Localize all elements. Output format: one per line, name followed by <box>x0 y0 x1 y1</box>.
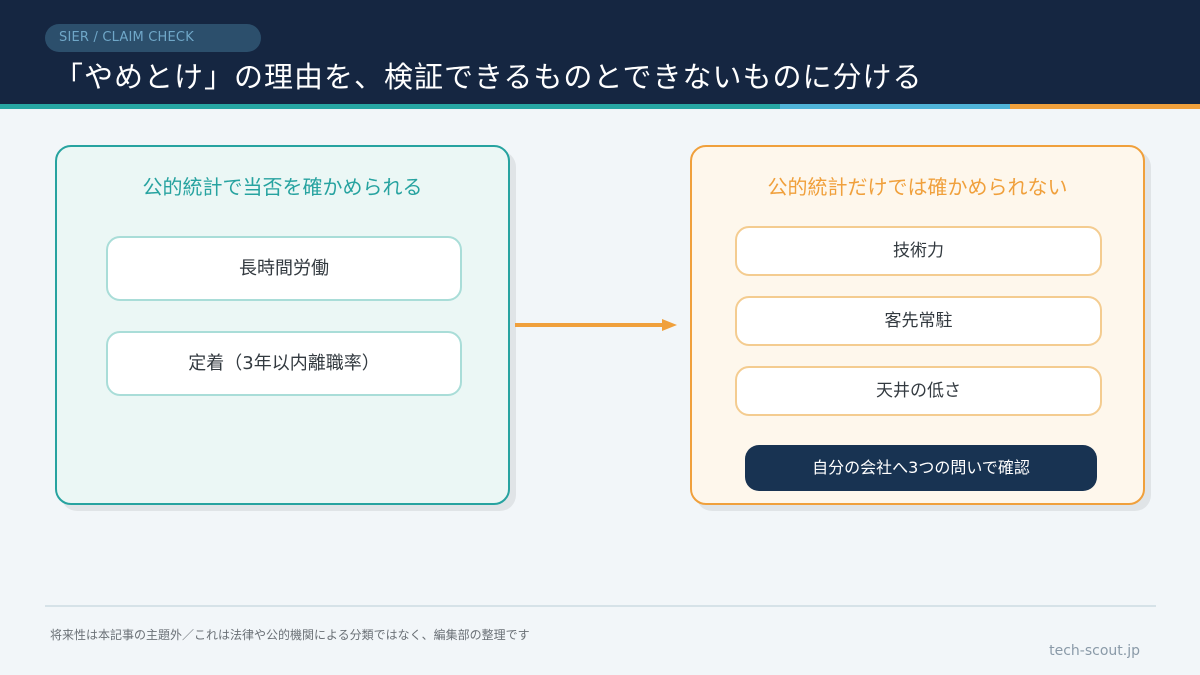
footer-divider <box>45 605 1156 607</box>
verifiable-item-retention: 定着（3年以内離職率） <box>106 331 462 396</box>
accent-stripe-teal <box>0 104 780 109</box>
accent-stripe-orange <box>1010 104 1200 109</box>
unverifiable-panel: 公的統計だけでは確かめられない 技術力 客先常駐 天井の低さ 自分の会社へ3つの… <box>690 145 1145 505</box>
unverifiable-item-client-onsite: 客先常駐 <box>735 296 1102 346</box>
accent-stripe-sky <box>780 104 1010 109</box>
page-title: 「やめとけ」の理由を、検証できるものとできないものに分ける <box>54 60 923 94</box>
verifiable-item-long-hours: 長時間労働 <box>106 236 462 301</box>
verifiable-panel-title: 公的統計で当否を確かめられる <box>142 175 423 199</box>
unverifiable-panel-title: 公的統計だけでは確かめられない <box>767 175 1068 199</box>
arrow-icon <box>515 319 677 331</box>
category-tag: SIER / CLAIM CHECK <box>45 24 261 52</box>
verifiable-panel: 公的統計で当否を確かめられる 長時間労働 定着（3年以内離職率） <box>55 145 510 505</box>
footer-note: 将来性は本記事の主題外／これは法律や公的機関による分類ではなく、編集部の整理です <box>50 628 530 642</box>
unverifiable-item-tech-skill: 技術力 <box>735 226 1102 276</box>
header-bar: SIER / CLAIM CHECK 「やめとけ」の理由を、検証できるものとでき… <box>0 0 1200 104</box>
check-questions-button[interactable]: 自分の会社へ3つの問いで確認 <box>745 445 1097 491</box>
site-name[interactable]: tech-scout.jp <box>1049 642 1140 660</box>
unverifiable-item-career-ceiling: 天井の低さ <box>735 366 1102 416</box>
